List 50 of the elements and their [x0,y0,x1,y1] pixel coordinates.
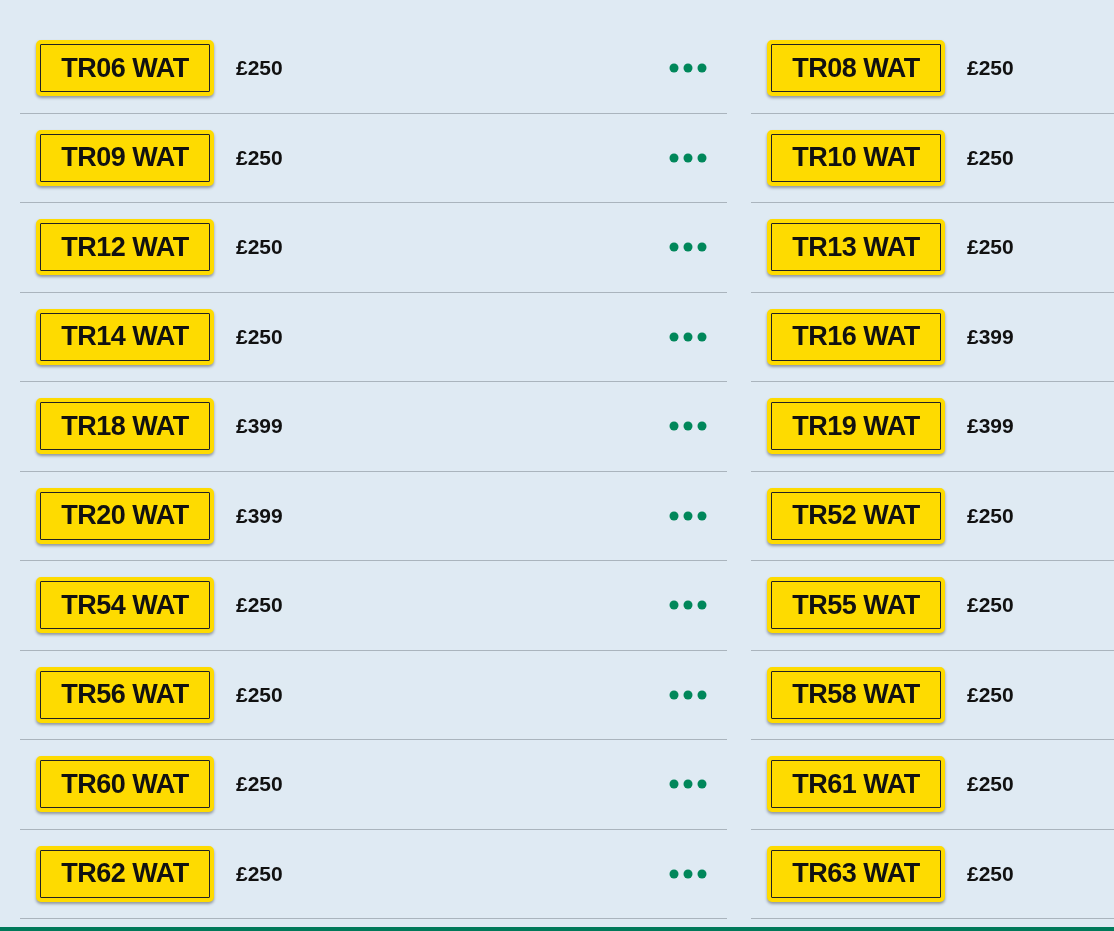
number-plate[interactable]: TR62 WAT [36,845,214,902]
more-icon[interactable] [669,331,707,342]
price: £250 [967,503,1014,528]
number-plate[interactable]: TR52 WAT [767,487,945,544]
price: £250 [236,593,283,618]
more-icon[interactable] [669,689,707,700]
price: £250 [236,324,283,349]
number-plate[interactable]: TR10 WAT [767,129,945,186]
price: £250 [236,145,283,170]
number-plate[interactable]: TR19 WAT [767,398,945,455]
price: £399 [967,414,1014,439]
price: £250 [967,235,1014,260]
more-icon[interactable] [669,868,707,879]
price: £399 [236,414,283,439]
price: £250 [236,235,283,260]
more-icon[interactable] [669,242,707,253]
number-plate[interactable]: TR56 WAT [36,666,214,723]
price: £250 [236,861,283,886]
price: £250 [236,682,283,707]
price: £399 [967,324,1014,349]
price: £250 [967,145,1014,170]
more-icon[interactable] [669,421,707,432]
number-plate[interactable]: TR54 WAT [36,577,214,634]
number-plate[interactable]: TR18 WAT [36,398,214,455]
number-plate[interactable]: TR06 WAT [36,40,214,97]
price: £250 [967,772,1014,797]
number-plate[interactable]: TR55 WAT [767,577,945,634]
price: £250 [967,56,1014,81]
number-plate[interactable]: TR20 WAT [36,487,214,544]
number-plate[interactable]: TR63 WAT [767,845,945,902]
price: £250 [967,861,1014,886]
more-icon[interactable] [669,600,707,611]
more-icon[interactable] [669,779,707,790]
number-plate[interactable]: TR58 WAT [767,666,945,723]
number-plate[interactable]: TR60 WAT [36,756,214,813]
price: £250 [967,682,1014,707]
number-plate[interactable]: TR12 WAT [36,219,214,276]
number-plate[interactable]: TR61 WAT [767,756,945,813]
price: £399 [236,503,283,528]
price: £250 [236,772,283,797]
more-icon[interactable] [669,152,707,163]
number-plate[interactable]: TR09 WAT [36,129,214,186]
number-plate[interactable]: TR13 WAT [767,219,945,276]
number-plate[interactable]: TR14 WAT [36,308,214,365]
number-plate[interactable]: TR08 WAT [767,40,945,97]
price: £250 [236,56,283,81]
more-icon[interactable] [669,510,707,521]
number-plate[interactable]: TR16 WAT [767,308,945,365]
price: £250 [967,593,1014,618]
more-icon[interactable] [669,63,707,74]
